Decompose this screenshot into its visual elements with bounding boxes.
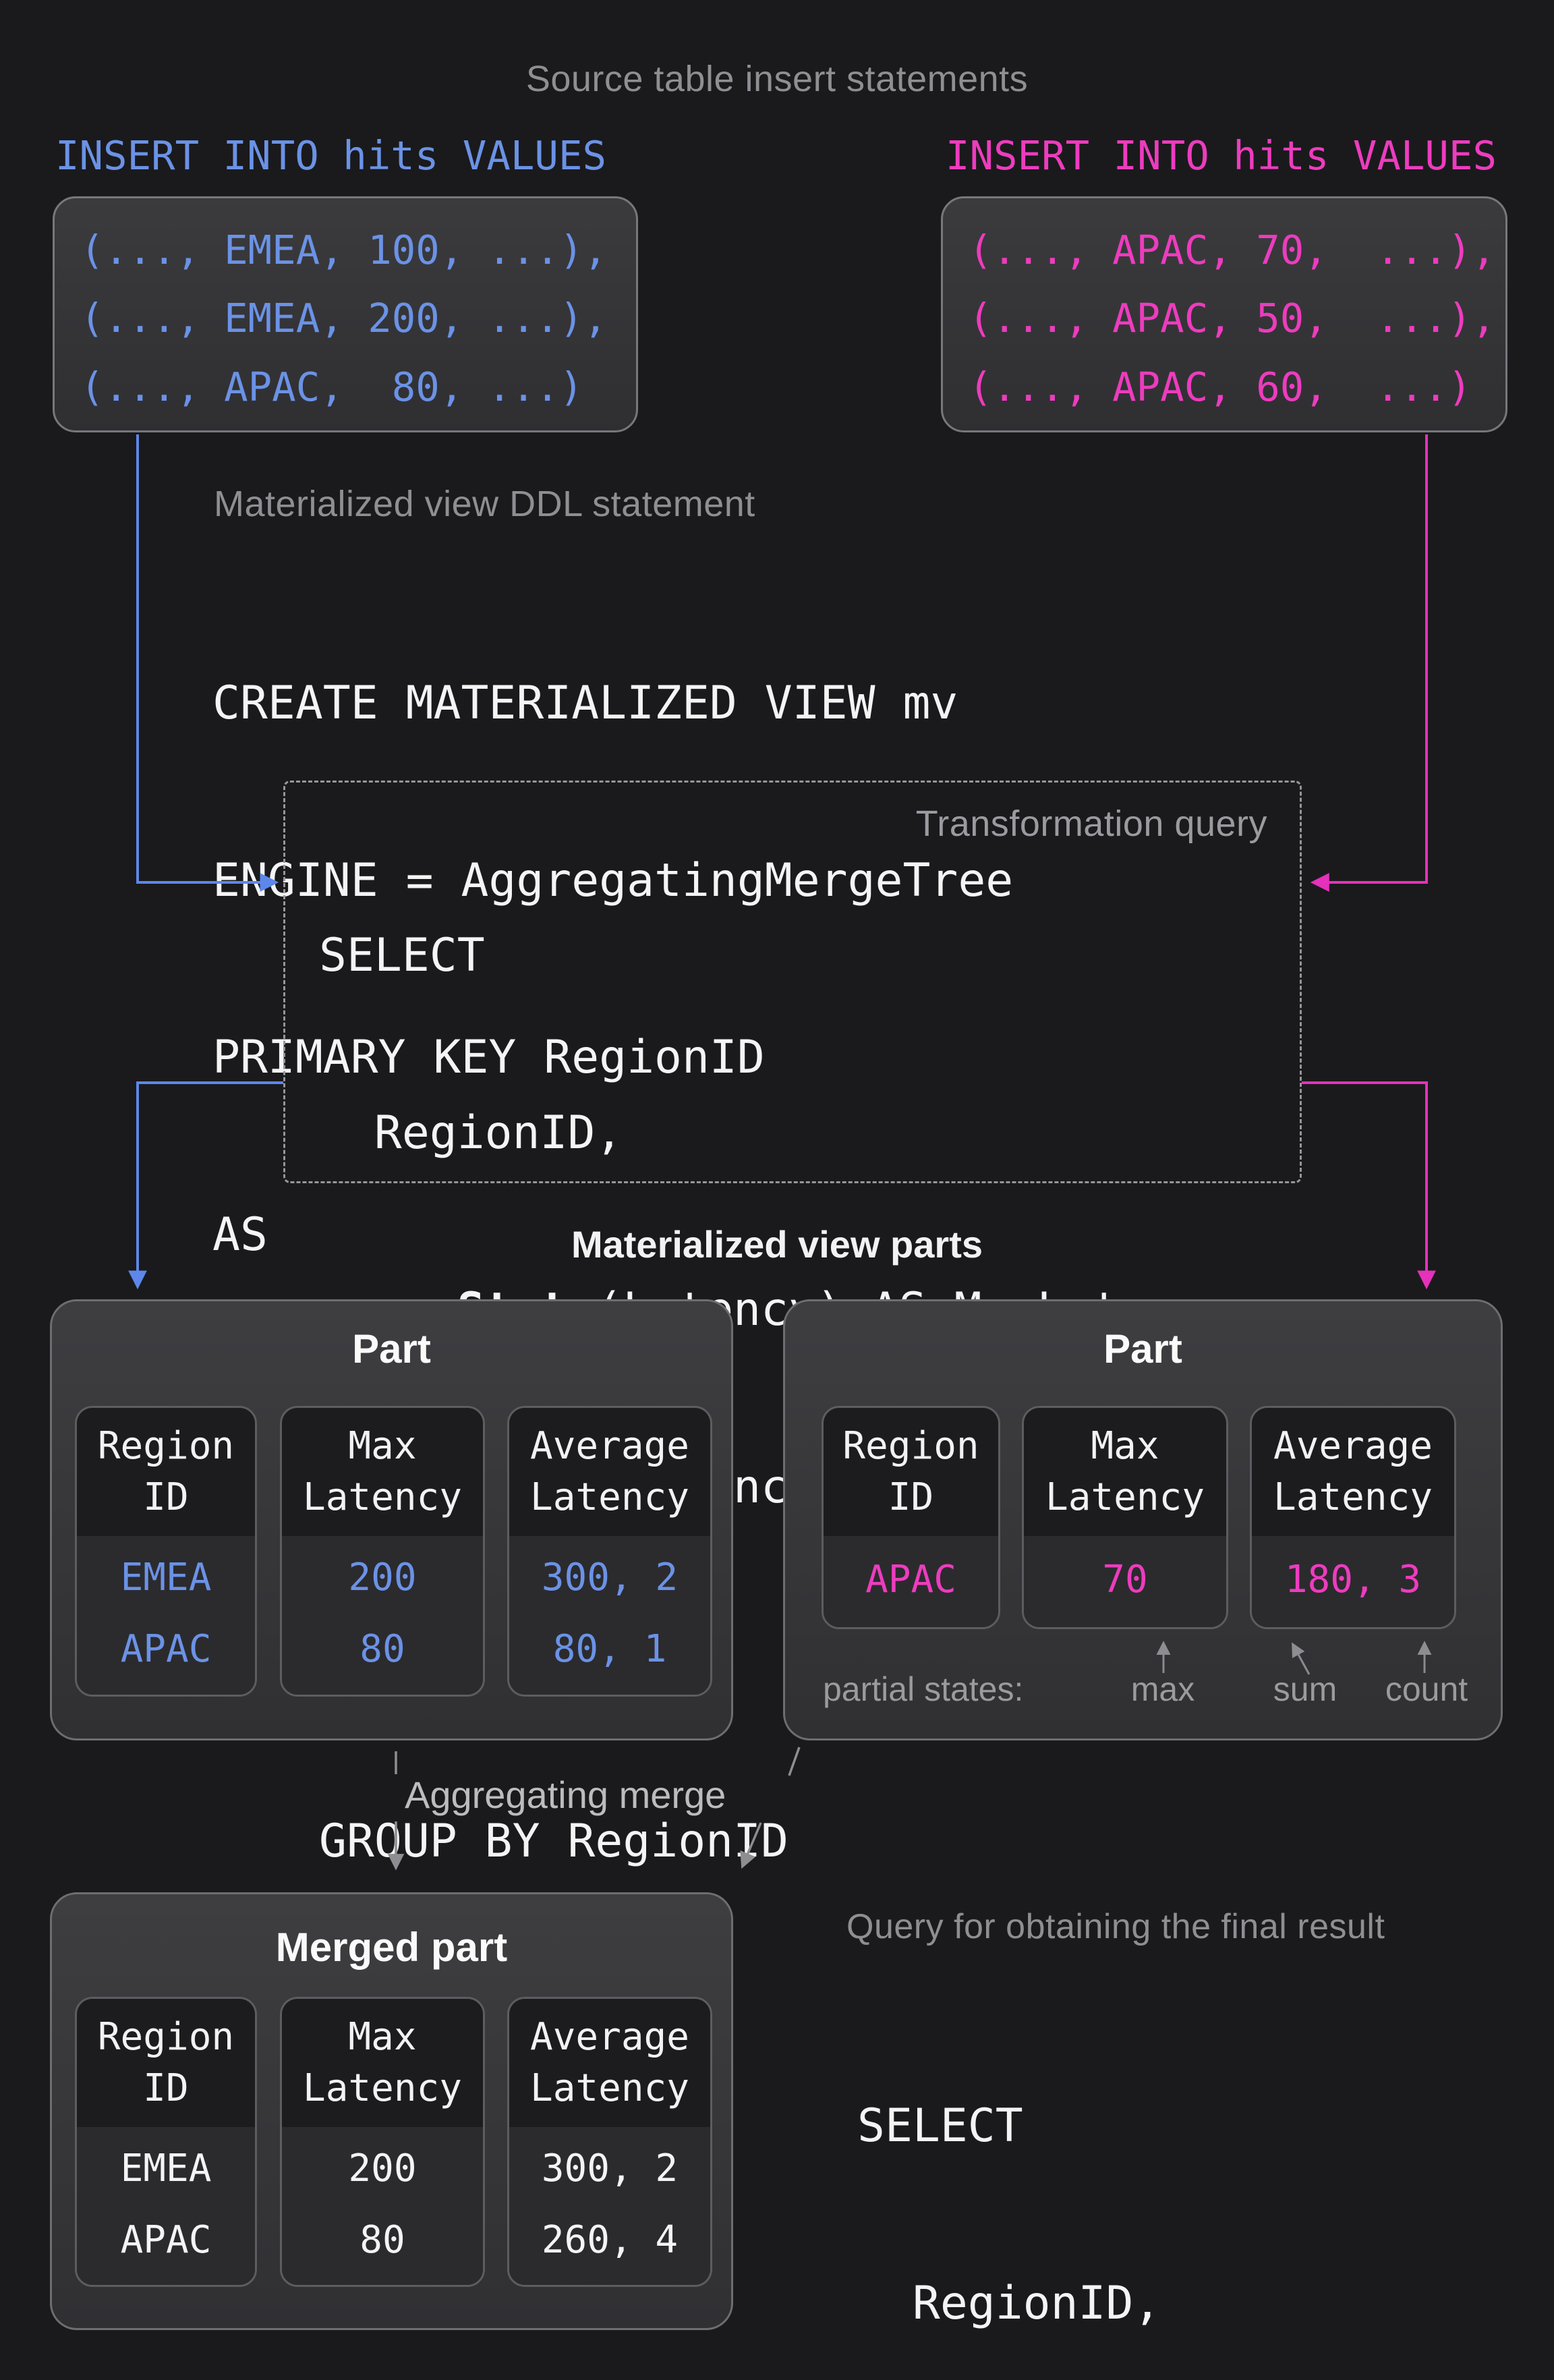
cell-value: 200 (348, 1556, 416, 1599)
part-box-right: Part Region ID APAC Max Latency 70 Avera… (783, 1299, 1503, 1740)
final-query-label: Query for obtaining the final result (846, 1906, 1385, 1947)
column-header: Average Latency (509, 1999, 710, 2127)
code-line: SELECT (319, 926, 1230, 986)
code-line: GROUP BY RegionID (319, 1812, 1230, 1871)
cell-value: 300, 2 (542, 2147, 678, 2190)
cell-value: 70 (1102, 1558, 1147, 1602)
column-header: Region ID (77, 1999, 255, 2127)
column-region-id: Region ID EMEA APAC (75, 1406, 257, 1697)
insert-right-statement: INSERT INTO hits VALUES (946, 132, 1497, 179)
transformation-query-box: Transformation query SELECT RegionID, ma… (283, 781, 1302, 1183)
insert-right-box: (..., APAC, 70, ...), (..., APAC, 50, ..… (941, 196, 1507, 432)
arrow-insert-right-to-query (1314, 434, 1427, 882)
part-box-left-title: Part (52, 1326, 731, 1372)
column-max-latency: Max Latency 200 80 (280, 1997, 485, 2287)
ddl-line: CREATE MATERIALIZED VIEW mv (212, 674, 1013, 733)
insert-right-row: (..., APAC, 60, ...) (969, 364, 1505, 410)
column-header: Average Latency (509, 1408, 710, 1536)
cell-value: 300, 2 (542, 1556, 678, 1599)
insert-right-row: (..., APAC, 70, ...), (969, 227, 1505, 273)
column-header: Max Latency (1024, 1408, 1226, 1536)
section-title-mv-parts: Materialized view parts (0, 1222, 1554, 1266)
part-box-left: Part Region ID EMEA APAC Max Latency 200… (50, 1299, 733, 1740)
code-line: SELECT (857, 2097, 1493, 2156)
cell-value: 80 (359, 1627, 405, 1671)
partial-states-caption: partial states: (823, 1670, 1023, 1709)
column-region-id: Region ID APAC (822, 1406, 1000, 1629)
annotation-sum: sum (1273, 1670, 1337, 1709)
cell-value: 260, 4 (542, 2218, 678, 2262)
cell-value: 80, 1 (553, 1627, 667, 1671)
insert-left-row: (..., APAC, 80, ...) (80, 364, 636, 410)
aggregating-merge-tree-diagram: Source table insert statements INSERT IN… (0, 0, 1554, 2380)
cell-value: APAC (865, 1558, 956, 1602)
column-header: Average Latency (1252, 1408, 1454, 1536)
cell-value: APAC (121, 1627, 212, 1671)
annotation-count: count (1385, 1670, 1468, 1709)
column-average-latency: Average Latency 300, 2 260, 4 (507, 1997, 712, 2287)
cell-value: EMEA (121, 2147, 212, 2190)
code-line: RegionID, (319, 1104, 1230, 1163)
insert-right-row: (..., APAC, 50, ...), (969, 295, 1505, 341)
column-average-latency: Average Latency 300, 2 80, 1 (507, 1406, 712, 1697)
insert-left-row: (..., EMEA, 100, ...), (80, 227, 636, 273)
column-header: Region ID (77, 1408, 255, 1536)
section-title-source-inserts: Source table insert statements (0, 58, 1554, 100)
ddl-label: Materialized view DDL statement (214, 483, 755, 525)
code-line: RegionID, (857, 2274, 1493, 2333)
cell-value: 80 (359, 2218, 405, 2262)
column-max-latency: Max Latency 70 (1022, 1406, 1228, 1629)
column-region-id: Region ID EMEA APAC (75, 1997, 257, 2287)
column-header: Max Latency (282, 1408, 483, 1536)
insert-left-row: (..., EMEA, 200, ...), (80, 295, 636, 341)
column-header: Region ID (824, 1408, 998, 1536)
insert-left-statement: INSERT INTO hits VALUES (55, 132, 606, 179)
column-header: Max Latency (282, 1999, 483, 2127)
cell-value: EMEA (121, 1556, 212, 1599)
cell-value: 200 (348, 2147, 416, 2190)
insert-left-box: (..., EMEA, 100, ...), (..., EMEA, 200, … (53, 196, 638, 432)
annotation-max: max (1131, 1670, 1195, 1709)
merged-part-box: Merged part Region ID EMEA APAC Max Late… (50, 1892, 733, 2330)
cell-value: 180, 3 (1285, 1558, 1421, 1602)
cell-value: APAC (121, 2218, 212, 2262)
final-query-code: SELECT RegionID, maxMerge(MaxLatency), a… (857, 1979, 1493, 2380)
column-average-latency: Average Latency 180, 3 (1250, 1406, 1456, 1629)
part-box-right-title: Part (785, 1326, 1501, 1372)
merged-part-title: Merged part (52, 1924, 731, 1971)
column-max-latency: Max Latency 200 80 (280, 1406, 485, 1697)
aggregating-merge-label: Aggregating merge (405, 1773, 726, 1817)
